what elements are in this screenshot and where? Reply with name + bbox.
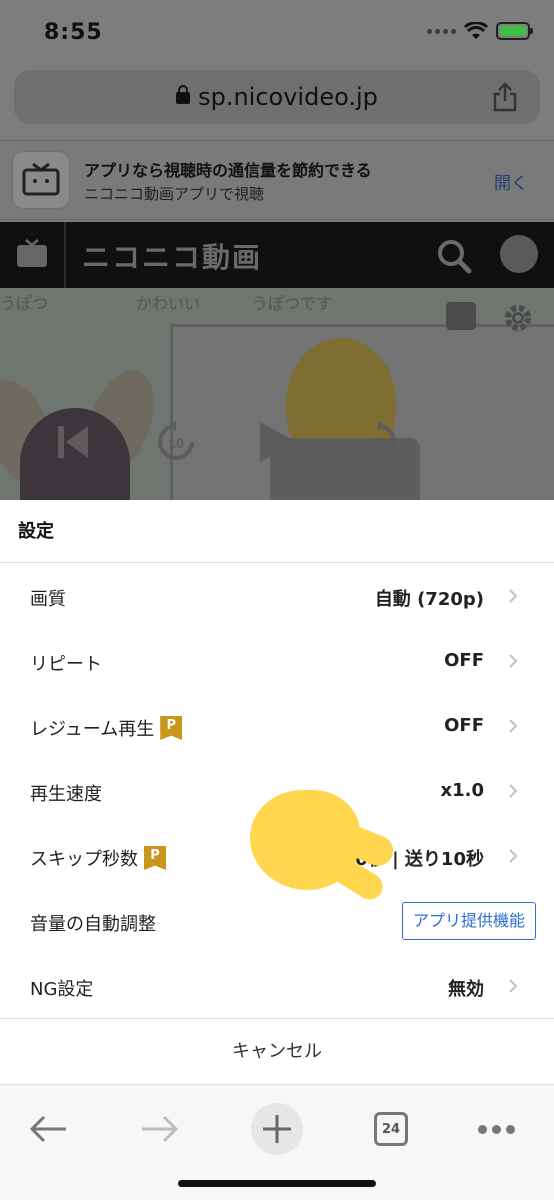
status-bar: 8:55 (0, 0, 554, 66)
chevron-right-icon (509, 979, 518, 993)
setting-row-ng[interactable]: NG設定 無効 (0, 953, 554, 1018)
site-logo[interactable]: ニコニコ動画 (82, 236, 262, 276)
app-feature-button[interactable]: アプリ提供機能 (401, 902, 536, 940)
wifi-icon (464, 22, 488, 39)
setting-value: OFF (444, 650, 484, 671)
banner-title: アプリなら視聴時の通信量を節約できる (84, 161, 372, 180)
chevron-right-icon (509, 784, 518, 798)
skip-back-icon[interactable]: 10 (154, 420, 198, 464)
setting-label: レジューム再生 P (30, 715, 183, 741)
setting-label: 音量の自動調整 (30, 914, 156, 935)
banner-subtitle: ニコニコ動画アプリで視聴 (84, 185, 265, 203)
tabs-button[interactable]: 24 (361, 1099, 421, 1159)
tv-menu-icon[interactable] (16, 238, 48, 270)
app-promo-banner: アプリなら視聴時の通信量を節約できる ニコニコ動画アプリで視聴 開く (0, 140, 554, 220)
chevron-right-icon (509, 654, 518, 668)
home-indicator[interactable] (178, 1180, 376, 1187)
status-time: 8:55 (44, 20, 103, 45)
niconico-app-icon (12, 151, 70, 209)
chevron-right-icon (509, 849, 518, 863)
setting-row-quality[interactable]: 画質 自動 (720p) (0, 563, 554, 628)
lock-icon (176, 85, 191, 104)
forward-button[interactable] (130, 1099, 190, 1159)
chevron-right-icon (509, 719, 518, 733)
setting-row-repeat[interactable]: リピート OFF (0, 628, 554, 693)
skip-forward-icon[interactable]: 10 (356, 420, 400, 464)
settings-sheet: 設定 画質 自動 (720p) リピート OFF レジューム再生 P OFF 再… (0, 500, 554, 1084)
site-header: ニコニコ動画 (0, 222, 554, 288)
tv-icon (22, 162, 60, 196)
previous-icon[interactable] (56, 422, 90, 462)
back-button[interactable] (18, 1099, 78, 1159)
play-icon[interactable] (256, 418, 298, 466)
skip-back-seconds: 10 (168, 435, 184, 451)
setting-value: OFF (444, 715, 484, 736)
settings-title: 設定 (0, 500, 554, 563)
header-divider (64, 222, 66, 288)
setting-value: 無効 (448, 979, 484, 1000)
more-dots-icon (477, 1124, 515, 1134)
plus-icon (263, 1115, 291, 1143)
premium-badge: P (144, 846, 166, 870)
arrow-right-icon (142, 1115, 179, 1143)
setting-label: 画質 (30, 589, 66, 610)
setting-label: 再生速度 (30, 784, 102, 805)
comment-toggle-icon[interactable] (446, 302, 476, 330)
setting-value: x1.0 (440, 780, 485, 801)
comment-text: かわいい (136, 294, 201, 313)
new-tab-button[interactable] (247, 1099, 307, 1159)
battery-icon (496, 22, 533, 40)
cancel-button[interactable]: キャンセル (0, 1018, 554, 1084)
user-avatar[interactable] (500, 235, 538, 273)
setting-label: スキップ秒数 P (30, 845, 166, 871)
address-bar[interactable]: sp.nicovideo.jp (14, 70, 540, 124)
status-icons (427, 22, 533, 40)
comment-text: うぽつです (252, 294, 333, 313)
setting-label: NG設定 (30, 979, 94, 1000)
open-app-link[interactable]: 開く (494, 169, 528, 194)
url-text: sp.nicovideo.jp (198, 83, 378, 111)
dimmed-background: 8:55 sp.nicovideo.jp アプリなら視聴時の通信量を節約できる … (0, 0, 554, 500)
signal-icon (427, 28, 456, 34)
more-button[interactable] (466, 1099, 526, 1159)
video-player[interactable]: うぽつ かわいい うぽつです かわ 10 10 (0, 288, 554, 500)
arrow-left-icon (29, 1115, 66, 1143)
setting-row-auto-volume: 音量の自動調整 アプリ提供機能 (0, 888, 554, 953)
search-icon[interactable] (434, 236, 474, 276)
premium-badge: P (160, 716, 183, 740)
chevron-right-icon (509, 589, 518, 603)
share-icon[interactable] (492, 82, 518, 112)
tab-count: 24 (374, 1112, 408, 1146)
skip-forward-seconds: 10 (370, 435, 386, 451)
comment-text: うぽつ (0, 294, 49, 313)
gear-icon[interactable] (502, 302, 534, 334)
setting-row-resume[interactable]: レジューム再生 P OFF (0, 693, 554, 758)
setting-value: 自動 (720p) (374, 589, 484, 610)
setting-label: リピート (30, 654, 102, 675)
